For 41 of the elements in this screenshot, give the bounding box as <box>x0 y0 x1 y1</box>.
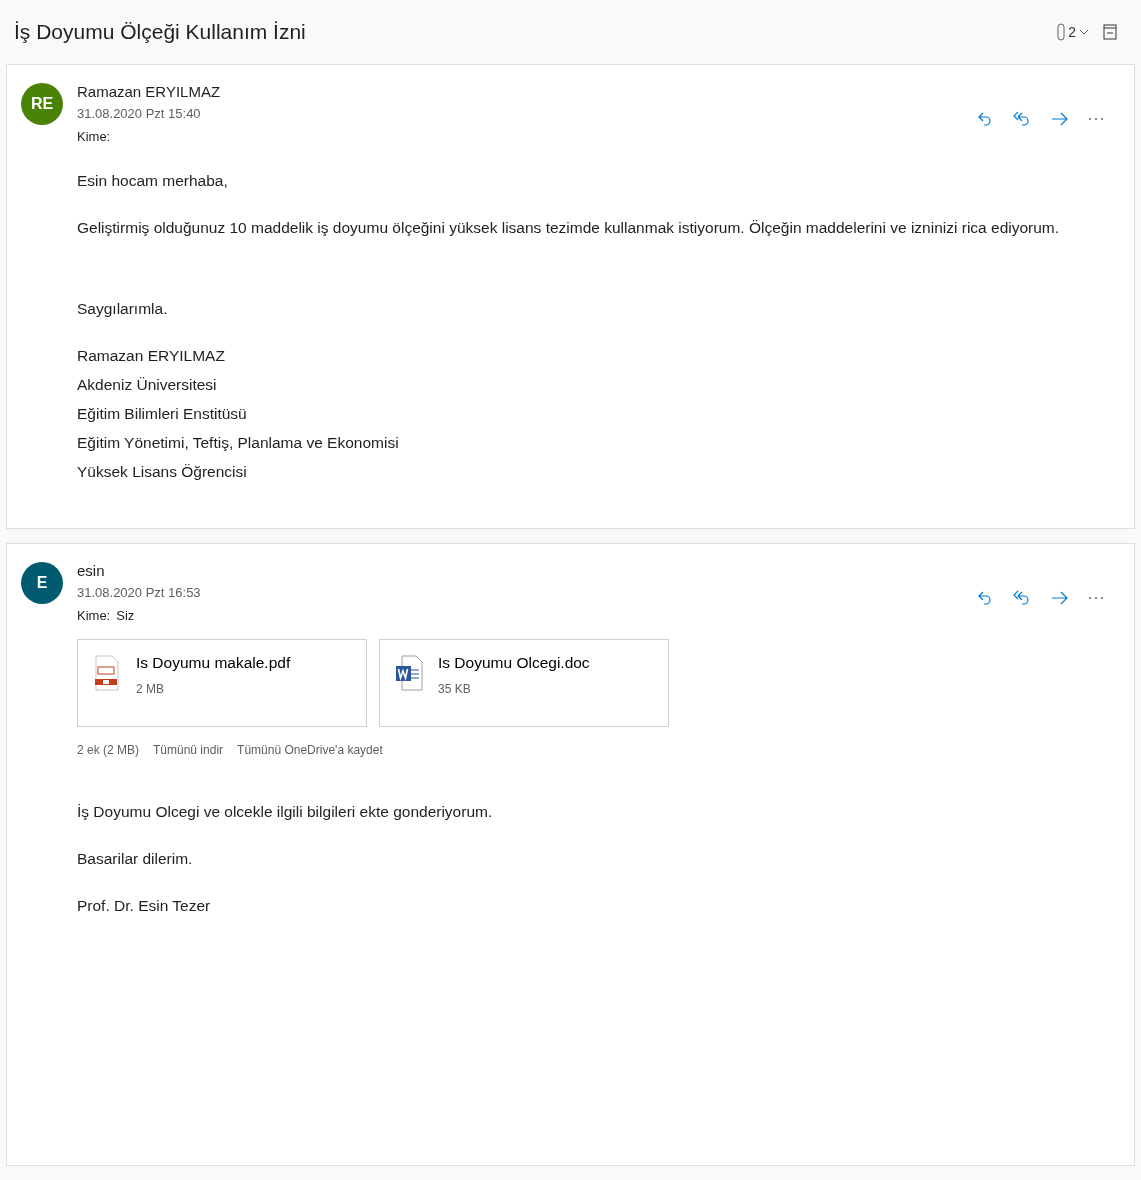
attachment-name: Is Doyumu Olcegi.doc <box>438 654 590 672</box>
to-label: Kime: <box>77 608 111 623</box>
avatar: E <box>21 562 63 604</box>
body-text: Geliştirmiş olduğunuz 10 maddelik iş doyumu ölçeğini yüksek lisans tezimde kullanmak istiyorum. Ölçeğin maddelerini ve izninizi rica ediyorum. <box>77 218 1061 238</box>
attachment-count-button[interactable]: 2 <box>1057 23 1089 41</box>
reply-all-icon <box>1012 588 1032 607</box>
more-icon <box>1088 595 1104 600</box>
body-text: Prof. Dr. Esin Tezer <box>77 896 212 916</box>
avatar: RE <box>21 83 63 125</box>
attachment-card[interactable]: Is Doyumu Olcegi.doc 35 KB <box>379 639 669 727</box>
recipient: Siz <box>116 608 135 623</box>
chevron-down-icon <box>1079 29 1089 35</box>
attachment-card[interactable]: Is Doyumu makale.pdf 2 MB <box>77 639 367 727</box>
body-text: Akdeniz Üniversitesi <box>77 375 218 395</box>
attachment-summary: 2 ek (2 MB) <box>77 743 139 757</box>
attachment-size: 35 KB <box>438 682 472 696</box>
to-label: Kime: <box>77 129 111 144</box>
body-text: Basarilar dilerim. <box>77 849 194 869</box>
collapse-icon <box>1103 24 1117 40</box>
reply-all-icon <box>1012 109 1032 128</box>
email-subject: İş Doyumu Ölçeği Kullanım İzni <box>14 20 306 44</box>
sender-name: esin <box>77 562 106 579</box>
message-date: 31.08.2020 Pzt 16:53 <box>77 585 201 600</box>
body-text: Ramazan ERYILMAZ <box>77 346 226 366</box>
message-date: 31.08.2020 Pzt 15:40 <box>77 106 202 121</box>
body-text: Saygılarımla. <box>77 299 169 319</box>
save-to-onedrive-link[interactable]: Tümünü OneDrive'a kaydet <box>237 743 383 757</box>
body-text: Esin hocam merhaba, <box>77 171 229 191</box>
more-icon <box>1088 116 1104 121</box>
body-text: İş Doyumu Olcegi ve olcekle ilgili bilgileri ekte gonderiyorum. <box>77 802 494 822</box>
sender-name: Ramazan ERYILMAZ <box>77 83 221 100</box>
attachment-size: 2 MB <box>136 682 165 696</box>
word-document-icon <box>394 654 424 692</box>
body-text: Yüksek Lisans Öğrencisi <box>77 462 248 482</box>
download-all-link[interactable]: Tümünü indir <box>153 743 224 757</box>
pdf-file-icon <box>92 654 122 692</box>
attachment-name: Is Doyumu makale.pdf <box>136 654 291 672</box>
collapse-button[interactable] <box>1101 22 1119 42</box>
paperclip-icon <box>1057 23 1066 41</box>
body-text: Eğitim Yönetimi, Teftiş, Planlama ve Ekonomisi <box>77 433 400 453</box>
body-text: Eğitim Bilimleri Enstitüsü <box>77 404 248 424</box>
